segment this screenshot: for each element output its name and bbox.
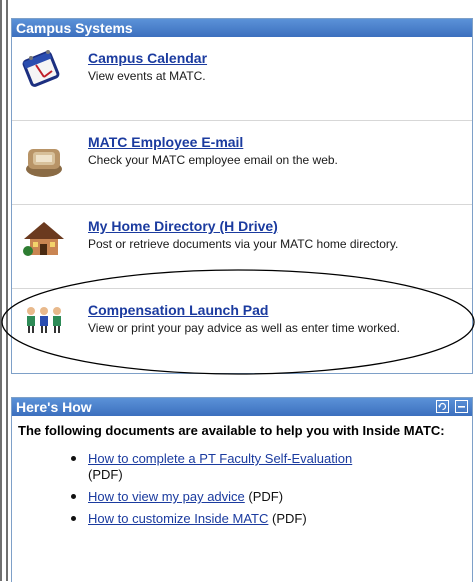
doc-link-view-pay-advice[interactable]: How to view my pay advice — [88, 489, 245, 504]
email-icon — [22, 141, 66, 181]
heres-how-intro: The following documents are available to… — [18, 423, 445, 438]
minimize-icon[interactable] — [455, 400, 468, 413]
doc-link-customize-inside-matc[interactable]: How to customize Inside MATC — [88, 511, 268, 526]
bullet — [71, 516, 76, 521]
list-item: How to view my pay advice (PDF) — [71, 489, 472, 505]
home-directory-description: Post or retrieve documents via your MATC… — [88, 237, 399, 251]
home-directory-link[interactable]: My Home Directory (H Drive) — [88, 218, 278, 234]
highlight-ellipse — [1, 269, 475, 375]
campus-systems-title: Campus Systems — [16, 20, 133, 36]
doc-format: (PDF) — [272, 511, 307, 526]
home-directory-icon — [22, 219, 66, 259]
heres-how-title: Here's How — [16, 399, 92, 415]
heres-how-header: Here's How — [12, 398, 472, 416]
heres-how-panel: Here's How The following documents are a… — [11, 397, 473, 582]
calendar-icon — [22, 49, 66, 89]
refresh-icon[interactable] — [436, 400, 449, 413]
list-item-campus-calendar: Campus Calendar View events at MATC. — [12, 37, 472, 121]
bullet — [71, 456, 76, 461]
list-item-employee-email: MATC Employee E-mail Check your MATC emp… — [12, 121, 472, 205]
bullet — [71, 494, 76, 499]
list-item: How to complete a PT Faculty Self-Evalua… — [71, 451, 472, 483]
doc-format: (PDF) — [248, 489, 284, 504]
campus-systems-header: Campus Systems — [12, 19, 472, 37]
employee-email-description: Check your MATC employee email on the we… — [88, 153, 338, 167]
heres-how-doc-list: How to complete a PT Faculty Self-Evalua… — [12, 451, 472, 527]
employee-email-link[interactable]: MATC Employee E-mail — [88, 134, 243, 150]
campus-calendar-link[interactable]: Campus Calendar — [88, 50, 207, 66]
doc-format: (PDF) — [88, 467, 123, 482]
list-item: How to customize Inside MATC (PDF) — [71, 511, 472, 527]
campus-calendar-description: View events at MATC. — [88, 69, 206, 83]
doc-link-pt-faculty-self-evaluation[interactable]: How to complete a PT Faculty Self-Evalua… — [88, 451, 352, 466]
